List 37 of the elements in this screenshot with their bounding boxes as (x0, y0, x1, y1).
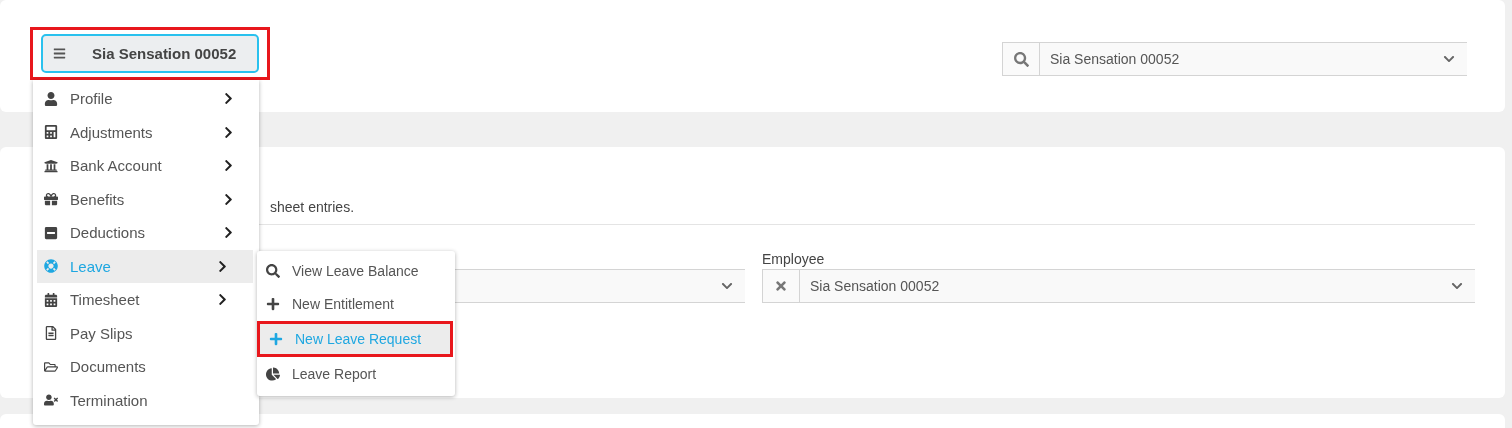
submenu-item[interactable]: New Entitlement (257, 287, 455, 321)
calculator-icon (44, 125, 58, 140)
menu-item[interactable]: Documents (37, 350, 253, 384)
folder-icon (44, 359, 58, 374)
field-label: Employee (762, 251, 826, 269)
employee-select[interactable]: Sia Sensation 00052 (1040, 42, 1467, 76)
clear-button[interactable] (762, 269, 800, 303)
menu-item[interactable]: Adjustments (37, 115, 259, 149)
document-icon (44, 326, 58, 341)
gift-icon (44, 192, 58, 207)
bank-icon (44, 158, 58, 173)
submenu-item[interactable]: Leave Report (257, 357, 455, 391)
select-field[interactable]: Sia Sensation 00052 (800, 269, 1475, 303)
search-icon (266, 263, 280, 278)
menu-item[interactable]: Termination (37, 383, 253, 417)
chevron-down-icon (1443, 53, 1455, 65)
lifebuoy-icon (44, 259, 58, 274)
employee-menu-button[interactable]: Sia Sensation 00052 (41, 34, 259, 73)
menu-item[interactable]: Pay Slips (37, 316, 253, 350)
pie-chart-icon (266, 366, 280, 381)
user-remove-icon (44, 393, 58, 408)
close-icon (774, 279, 788, 293)
submenu-item[interactable]: View Leave Balance (257, 254, 455, 288)
plus-icon (266, 297, 280, 312)
menu-item[interactable]: Timesheet (37, 283, 253, 317)
calendar-icon (44, 292, 58, 307)
user-icon (44, 91, 58, 106)
menu-item[interactable]: Profile (37, 82, 259, 116)
chevron-down-icon (1451, 280, 1463, 292)
menu-item[interactable]: Bank Account (37, 149, 259, 183)
plus-icon (269, 332, 283, 346)
search-icon[interactable] (1002, 42, 1040, 76)
menu-icon (53, 47, 66, 60)
field-value: Sia Sensation 00052 (810, 278, 940, 294)
chevron-down-icon (721, 280, 733, 292)
select-value: Sia Sensation 00052 (1050, 51, 1180, 67)
minus-icon (44, 225, 58, 240)
